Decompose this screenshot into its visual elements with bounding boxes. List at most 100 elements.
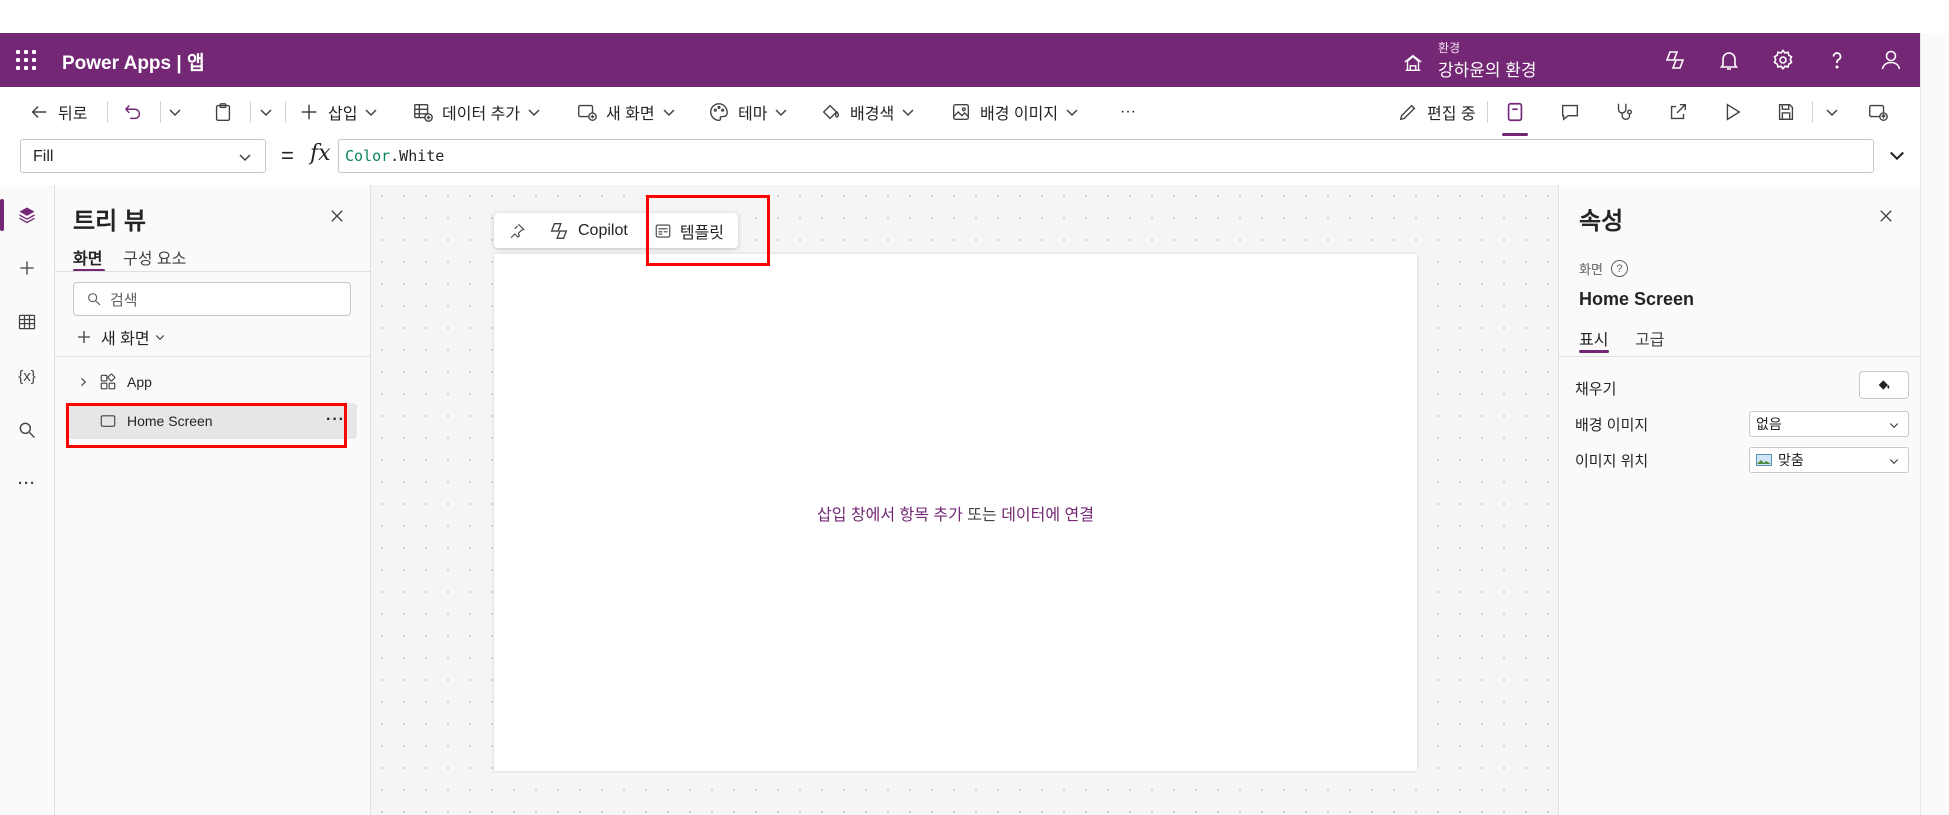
comment-icon xyxy=(1561,104,1579,121)
copilot-button[interactable]: Copilot xyxy=(548,220,628,242)
health-check-button[interactable] xyxy=(1613,99,1643,125)
pin-button[interactable] xyxy=(508,222,534,240)
save-more-dropdown[interactable] xyxy=(1824,99,1848,125)
divider xyxy=(55,356,371,357)
insert-label: 삽입 xyxy=(328,106,358,123)
help-question-icon[interactable] xyxy=(1825,48,1849,72)
tree-item-app[interactable]: App xyxy=(67,364,357,400)
environment-picker[interactable]: 환경 강하윤의 환경 xyxy=(1402,39,1537,81)
editing-mode-button[interactable]: 편집 중 xyxy=(1397,99,1476,125)
property-value: Fill xyxy=(33,148,54,165)
app-launcher-icon[interactable] xyxy=(16,50,36,70)
hint-connector: 또는 xyxy=(967,507,997,524)
app-components-icon xyxy=(99,373,117,391)
background-image-menu[interactable]: 배경 이미지 xyxy=(950,99,1088,125)
data-table-icon[interactable] xyxy=(15,310,39,334)
design-canvas[interactable]: Copilot 템플릿 삽입 창에서 항목 추가 또는 데이터에 연결 xyxy=(371,185,1558,815)
left-nav-rail: {x} ··· xyxy=(0,185,55,815)
add-data-menu[interactable]: 데이터 추가 xyxy=(412,99,550,125)
share-button[interactable] xyxy=(1667,99,1697,125)
notifications-bell-icon[interactable] xyxy=(1717,48,1741,72)
toolbar-divider xyxy=(1487,101,1488,123)
home-screen-canvas[interactable]: 삽입 창에서 항목 추가 또는 데이터에 연결 xyxy=(494,254,1417,771)
undo-button[interactable] xyxy=(122,99,152,125)
background-color-menu[interactable]: 배경색 xyxy=(820,99,924,125)
tree-view-title: 트리 뷰 xyxy=(73,208,146,235)
toolbar-divider xyxy=(160,101,161,123)
more-commands-button[interactable]: ··· xyxy=(1120,99,1136,125)
formula-keyword: Color xyxy=(345,147,391,165)
chevron-down-icon xyxy=(1889,423,1899,429)
fill-label: 채우기 xyxy=(1575,381,1617,398)
chevron-right-icon[interactable] xyxy=(73,376,93,388)
undo-icon xyxy=(125,105,141,120)
background-image-dropdown[interactable]: 없음 xyxy=(1749,411,1909,437)
image-fit-icon xyxy=(1756,454,1772,466)
empty-screen-hint: 삽입 창에서 항목 추가 또는 데이터에 연결 xyxy=(494,501,1417,525)
back-button[interactable]: 뒤로 xyxy=(28,99,87,125)
help-circle-icon[interactable]: ? xyxy=(1610,260,1628,277)
app-header: Power Apps | 앱 환경 강하윤의 환경 xyxy=(0,33,1920,87)
formula-rest: .White xyxy=(390,147,445,165)
chevron-down-icon xyxy=(239,154,251,162)
comments-button[interactable] xyxy=(1559,99,1589,125)
add-data-label: 데이터 추가 xyxy=(442,106,521,123)
save-button[interactable] xyxy=(1775,99,1805,125)
more-ellipsis-icon[interactable]: ··· xyxy=(15,471,39,495)
save-icon xyxy=(1778,103,1794,121)
undo-more-dropdown[interactable] xyxy=(167,99,191,125)
property-dropdown[interactable]: Fill xyxy=(20,139,266,173)
tree-search-input[interactable]: 검색 xyxy=(73,282,351,316)
copilot-icon xyxy=(550,222,568,239)
new-screen-button[interactable]: 새 화면 xyxy=(75,325,174,349)
publish-icon xyxy=(1869,104,1888,121)
toolbar-divider xyxy=(107,101,108,123)
new-screen-label: 새 화면 xyxy=(606,106,655,123)
theme-menu[interactable]: 테마 xyxy=(708,99,797,125)
formula-bar: Fill = fx Color.White xyxy=(0,137,1920,185)
tree-view-layers-icon[interactable] xyxy=(15,203,39,227)
properties-title: 속성 xyxy=(1579,208,1624,235)
formula-input[interactable]: Color.White xyxy=(338,139,1874,173)
image-position-dropdown[interactable]: 맞춤 xyxy=(1749,447,1909,473)
close-icon[interactable] xyxy=(328,207,346,225)
new-screen-menu[interactable]: 새 화면 xyxy=(576,99,685,125)
paste-button[interactable] xyxy=(212,99,242,125)
search-icon[interactable] xyxy=(15,418,39,442)
connect-data-link[interactable]: 데이터에 연결 xyxy=(1001,507,1094,524)
fill-color-picker[interactable] xyxy=(1859,371,1909,399)
insert-pane-link[interactable]: 삽입 창에서 항목 추가 xyxy=(817,507,963,524)
right-edge-strip xyxy=(1920,33,1949,815)
copilot-icon[interactable] xyxy=(1663,48,1687,72)
chevron-down-icon xyxy=(260,109,272,117)
editing-label: 편집 중 xyxy=(1427,106,1476,123)
back-label: 뒤로 xyxy=(58,106,88,123)
variables-icon[interactable]: {x} xyxy=(15,364,39,388)
tab-screens[interactable]: 화면 xyxy=(73,245,102,269)
highlight-home-screen xyxy=(66,403,347,448)
theme-label: 테마 xyxy=(738,106,768,123)
expand-formula-chevron-icon[interactable] xyxy=(1887,145,1907,165)
publish-button[interactable] xyxy=(1867,99,1897,125)
toolbar-divider xyxy=(250,101,251,123)
insert-plus-icon[interactable] xyxy=(15,256,39,280)
tree-view-pane: 트리 뷰 화면 구성 요소 검색 새 화면 App Home Screen ··… xyxy=(55,185,371,815)
tab-components[interactable]: 구성 요소 xyxy=(123,245,186,269)
highlight-templates xyxy=(646,195,770,266)
insert-menu[interactable]: 삽입 xyxy=(298,99,387,125)
account-avatar-icon[interactable] xyxy=(1879,48,1903,72)
tab-advanced[interactable]: 고급 xyxy=(1635,326,1664,350)
background-image-label: 배경 이미지 xyxy=(980,106,1059,123)
settings-gear-icon[interactable] xyxy=(1771,48,1795,72)
close-icon[interactable] xyxy=(1877,207,1895,225)
chevron-down-icon xyxy=(1066,109,1078,117)
app-checker-toggle[interactable] xyxy=(1504,99,1534,125)
control-kind-label: 화면 xyxy=(1579,262,1603,277)
chevron-down-icon xyxy=(775,109,787,117)
screen-name: Home Screen xyxy=(1579,289,1695,309)
paste-more-dropdown[interactable] xyxy=(258,99,282,125)
environment-icon xyxy=(1404,54,1422,72)
tab-display[interactable]: 표시 xyxy=(1579,326,1608,350)
preview-play-button[interactable] xyxy=(1721,99,1751,125)
properties-pane: 속성 화면 ? Home Screen 표시 고급 채우기 배경 이미지 없음 … xyxy=(1558,185,1921,815)
